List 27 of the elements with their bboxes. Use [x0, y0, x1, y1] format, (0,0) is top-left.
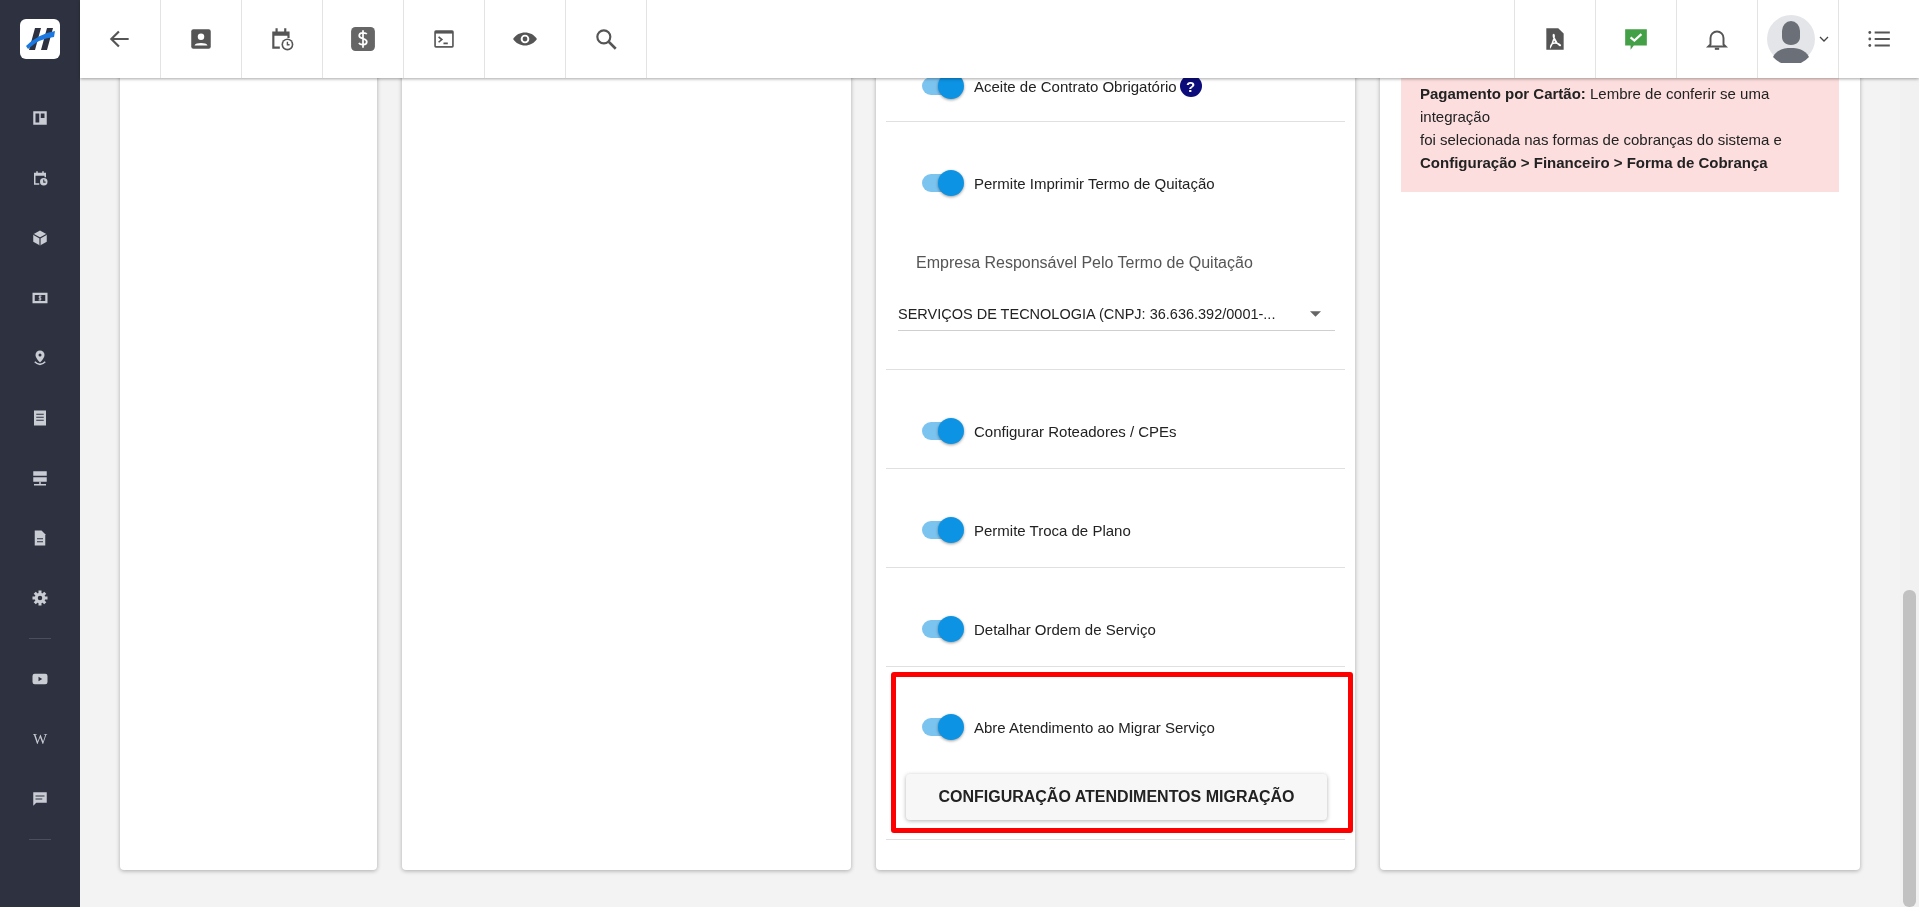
toggle-label: Abre Atendimento ao Migrar Serviço — [974, 718, 1215, 736]
toggle-label: Configurar Roteadores / CPEs — [974, 422, 1177, 440]
dropdown-caret-icon[interactable] — [1310, 311, 1321, 317]
toggle-label: Permite Troca de Plano — [974, 521, 1131, 539]
migration-config-button[interactable]: CONFIGURAÇÃO ATENDIMENTOS MIGRAÇÃO — [906, 774, 1327, 820]
dollar-icon[interactable] — [350, 26, 376, 52]
settings-icon[interactable] — [31, 589, 49, 607]
search-icon[interactable] — [593, 26, 619, 52]
box-icon[interactable] — [31, 229, 49, 247]
chat-check-icon[interactable] — [1623, 26, 1649, 52]
toggle-label: Permite Imprimir Termo de Quitação — [974, 174, 1215, 192]
chat-icon[interactable] — [31, 790, 49, 808]
calendar-clock-icon[interactable] — [269, 26, 295, 52]
toggle-label: Detalhar Ordem de Serviço — [974, 620, 1156, 638]
field-label: Empresa Responsável Pelo Termo de Quitação — [915, 254, 1254, 272]
chevron-down-icon[interactable] — [1819, 36, 1829, 42]
receipt-icon[interactable] — [31, 409, 49, 427]
wiki-link[interactable]: W — [32, 730, 48, 748]
calendar-clock-icon[interactable] — [31, 169, 49, 187]
scrollbar-thumb[interactable] — [1903, 590, 1916, 907]
dashboard-icon[interactable] — [31, 109, 49, 127]
toggle-label: Aceite de Contrato Obrigatório — [974, 77, 1177, 95]
company-select[interactable]: SERVIÇOS DE TECNOLOGIA (CNPJ: 36.636.392/0001-... — [898, 306, 1335, 331]
server-icon[interactable] — [31, 469, 49, 487]
logo-icon[interactable] — [20, 19, 60, 59]
avatar-icon[interactable] — [1767, 15, 1815, 63]
contact-card-icon[interactable] — [188, 26, 214, 52]
